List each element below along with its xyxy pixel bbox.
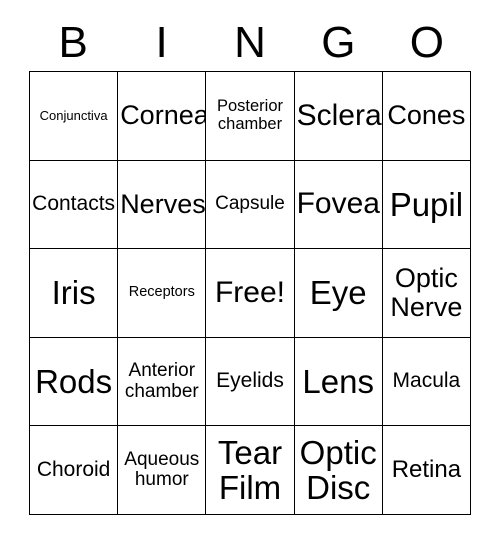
bingo-cell-label: Eyelids bbox=[216, 369, 284, 393]
bingo-cell[interactable]: Cornea bbox=[118, 72, 207, 161]
bingo-cell[interactable]: Contacts bbox=[30, 160, 119, 250]
bingo-cell-label: Lens bbox=[302, 362, 374, 400]
bingo-cell[interactable]: Anterior chamber bbox=[118, 337, 207, 427]
bingo-cell-label: Iris bbox=[51, 274, 96, 312]
bingo-grid: Conjunctiva Cornea Posterior chamber Scl… bbox=[29, 71, 471, 515]
bingo-cell-label: Macula bbox=[392, 369, 461, 393]
bingo-cell-label: Contacts bbox=[32, 192, 116, 216]
bingo-cell-free[interactable]: Free! bbox=[206, 249, 295, 338]
bingo-cell-label: Choroid bbox=[36, 457, 111, 481]
bingo-cell-label: Retina bbox=[391, 456, 462, 484]
bingo-cell[interactable]: Macula bbox=[382, 337, 471, 427]
bingo-cell[interactable]: Rods bbox=[30, 337, 119, 427]
header-letter-n: N bbox=[234, 17, 266, 67]
bingo-cell[interactable]: Capsule bbox=[206, 160, 295, 250]
bingo-cell[interactable]: Receptors bbox=[118, 249, 207, 338]
bingo-cell-label: Anterior chamber bbox=[124, 360, 199, 402]
bingo-cell[interactable]: Choroid bbox=[30, 426, 119, 515]
bingo-cell[interactable]: Sclera bbox=[294, 72, 383, 161]
header-letter-i: I bbox=[155, 17, 168, 67]
bingo-cell-label: Nerves bbox=[120, 188, 206, 219]
bingo-cell[interactable]: Aqueous humor bbox=[118, 426, 207, 515]
bingo-cell-label: Free! bbox=[214, 275, 285, 309]
bingo-cell[interactable]: Retina bbox=[382, 426, 471, 515]
bingo-cell[interactable]: Iris bbox=[30, 249, 119, 338]
bingo-cell[interactable]: Eye bbox=[294, 249, 383, 338]
header-letter-o: O bbox=[409, 17, 444, 67]
bingo-cell-label: Pupil bbox=[389, 185, 464, 223]
bingo-card: B I N G O Conjunctiva Cornea Posterior c… bbox=[0, 0, 500, 544]
bingo-cell-label: Fovea bbox=[296, 187, 380, 221]
bingo-cell[interactable]: Eyelids bbox=[206, 337, 295, 427]
bingo-cell-label: Cones bbox=[387, 100, 466, 131]
bingo-cell-label: Capsule bbox=[215, 193, 285, 215]
bingo-cell-label: Conjunctiva bbox=[39, 107, 108, 123]
bingo-cell[interactable]: Tear Film bbox=[206, 426, 295, 515]
bingo-cell-label: Tear Film bbox=[217, 433, 283, 507]
bingo-cell[interactable]: Lens bbox=[294, 337, 383, 427]
bingo-cell[interactable]: Optic Nerve bbox=[382, 249, 471, 338]
bingo-cell-label: Posterior chamber bbox=[216, 96, 283, 133]
bingo-cell[interactable]: Optic Disc bbox=[294, 426, 383, 515]
bingo-cell-label: Optic Disc bbox=[299, 433, 377, 507]
bingo-cell[interactable]: Pupil bbox=[382, 160, 471, 250]
header-letter-g: G bbox=[321, 17, 356, 67]
header-letter-b: B bbox=[58, 17, 88, 67]
bingo-cell-label: Aqueous humor bbox=[124, 448, 200, 491]
bingo-cell[interactable]: Posterior chamber bbox=[206, 72, 295, 161]
bingo-cell[interactable]: Fovea bbox=[294, 160, 383, 250]
bingo-header: B I N G O bbox=[29, 14, 471, 71]
bingo-cell-label: Cornea bbox=[120, 100, 207, 131]
bingo-cell-label: Rods bbox=[35, 362, 113, 400]
bingo-cell[interactable]: Nerves bbox=[118, 160, 207, 250]
bingo-cell[interactable]: Cones bbox=[382, 72, 471, 161]
bingo-cell-label: Eye bbox=[309, 274, 367, 312]
bingo-cell[interactable]: Conjunctiva bbox=[30, 72, 119, 161]
bingo-cell-label: Optic Nerve bbox=[390, 262, 463, 322]
bingo-cell-label: Sclera bbox=[296, 98, 382, 132]
bingo-cell-label: Receptors bbox=[128, 284, 195, 301]
